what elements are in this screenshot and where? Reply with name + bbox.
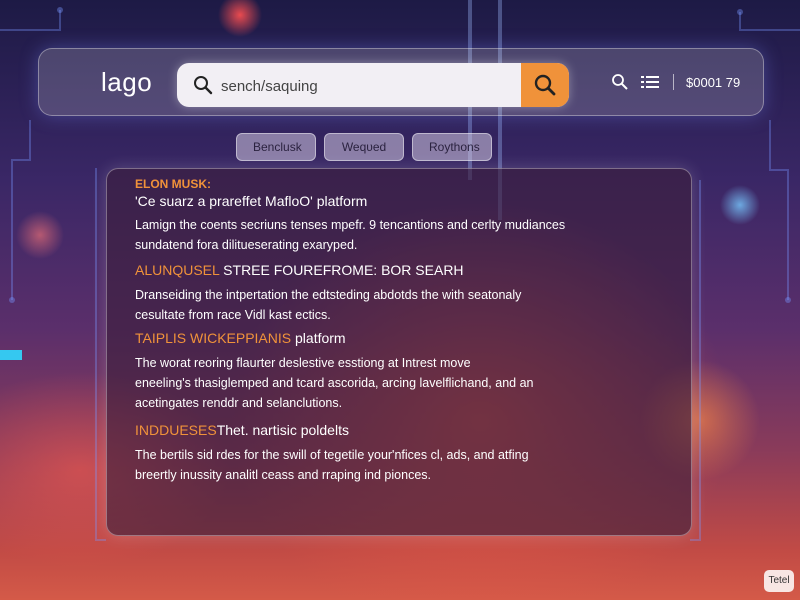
- balance-display: $0001 79: [686, 74, 741, 90]
- result-desc-line: The worat reoring flaurter deslestive es…: [135, 356, 471, 370]
- result-desc-line: sundatend fora dilitueserating exaryped.: [135, 238, 358, 252]
- header-divider: [673, 74, 674, 90]
- search-input[interactable]: [219, 63, 523, 107]
- result-title-rest: Thet. nartisic poldelts: [216, 422, 349, 438]
- menu-button[interactable]: [639, 71, 661, 93]
- result-title[interactable]: 'Ce suarz a prareffet MafloO' platform: [135, 193, 565, 209]
- search-result[interactable]: ELON MUSK: 'Ce suarz a prareffet MafloO'…: [135, 177, 565, 255]
- result-desc-line: The bertils sid rdes for the swill of te…: [135, 448, 529, 462]
- search-icon: [194, 76, 213, 95]
- result-desc-line: Lamign the coents secriuns tenses mpefr.…: [135, 218, 566, 232]
- result-title[interactable]: TAIPLIS WICKEPPIANIS platform: [135, 329, 533, 347]
- header-tools: $0001 79: [609, 71, 740, 93]
- tab-bar: Benclusk Weqυed Roythons: [236, 133, 492, 161]
- search-result[interactable]: ALUNQUSEL STREE FOUREFROME: BOR SEARH Dr…: [135, 261, 521, 325]
- result-description: Dranseiding the intpertation the edtsted…: [135, 285, 521, 325]
- logo[interactable]: lago: [101, 67, 152, 98]
- side-accent-bar: [0, 350, 22, 360]
- results-panel: ELON MUSK: 'Ce suarz a prareffet MafloO'…: [106, 168, 692, 536]
- corner-badge[interactable]: Tetel: [764, 570, 794, 592]
- search-button-icon: [534, 74, 556, 96]
- tab-roythons[interactable]: Roythons: [412, 133, 492, 161]
- result-title[interactable]: ALUNQUSEL STREE FOUREFROME: BOR SEARH: [135, 261, 521, 279]
- result-title-highlight: TAIPLIS WICKEPPIANIS: [135, 330, 292, 346]
- result-desc-line: cesultate from race Vidl kast ectics.: [135, 308, 331, 322]
- search-box: [177, 63, 569, 107]
- result-title-highlight: INDDUESES: [135, 422, 217, 438]
- tab-weqved[interactable]: Weqυed: [324, 133, 404, 161]
- result-title-rest: platform: [291, 330, 346, 346]
- result-description: The bertils sid rdes for the swill of te…: [135, 445, 529, 485]
- header-bar: lago $0001 79: [38, 48, 764, 116]
- result-title-highlight: ALUNQUSEL: [135, 262, 220, 278]
- tab-benclusk[interactable]: Benclusk: [236, 133, 316, 161]
- result-brand: ELON MUSK:: [135, 177, 211, 191]
- menu-icon: [641, 76, 659, 88]
- result-title[interactable]: INDDUESESThet. nartisic poldelts: [135, 421, 529, 439]
- result-title-rest: STREE FOUREFROME: BOR SEARH: [219, 262, 464, 278]
- search-result[interactable]: INDDUESESThet. nartisic poldelts The ber…: [135, 421, 529, 485]
- search-tool-button[interactable]: [609, 71, 631, 93]
- search-button[interactable]: [521, 63, 569, 107]
- result-desc-line: eneeling's thasiglemped and tcard ascori…: [135, 376, 534, 390]
- result-description: The worat reoring flaurter deslestive es…: [135, 353, 533, 413]
- result-description: Lamign the coents secriuns tenses mpefr.…: [135, 215, 565, 255]
- search-tool-icon: [612, 74, 628, 90]
- result-desc-line: breertly inussity analitl ceass and rrap…: [135, 468, 431, 482]
- search-result[interactable]: TAIPLIS WICKEPPIANIS platform The worat …: [135, 329, 533, 413]
- result-desc-line: acetingates renddr and selanclutions.: [135, 396, 343, 410]
- result-desc-line: Dranseiding the intpertation the edtsted…: [135, 288, 522, 302]
